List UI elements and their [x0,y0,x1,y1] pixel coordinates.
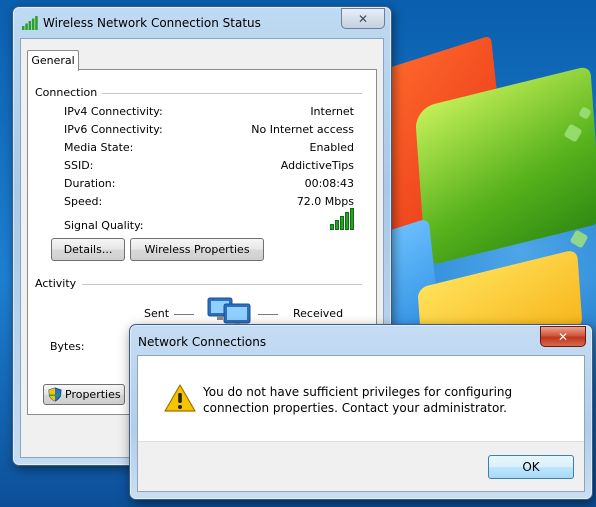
wireless-signal-icon [22,16,38,30]
ssid-value: AddictiveTips [280,159,354,172]
signal-bar [350,208,354,230]
activity-group-divider [82,284,362,285]
received-label: Received [293,307,344,320]
dialog-title: Network Connections [138,335,267,349]
ssid-label: SSID: [64,159,94,172]
dialog-client-area: You do not have sufficient privileges fo… [137,355,585,492]
duration-value: 00:08:43 [304,177,354,190]
close-icon: ✕ [557,329,569,344]
connection-group-label: Connection [35,86,98,99]
activity-group-label: Activity [35,277,77,290]
hexagon-decoration [569,229,589,249]
window-title: Wireless Network Connection Status [43,16,261,30]
close-button[interactable]: ✕ [341,8,385,29]
properties-button[interactable]: Properties [43,384,125,405]
media-state-label: Media State: [64,141,134,154]
ipv4-connectivity-value: Internet [310,105,354,118]
sent-label: Sent [144,307,170,320]
bytes-label: Bytes: [50,340,85,353]
wireless-properties-button[interactable]: Wireless Properties [130,238,264,261]
signal-quality-label: Signal Quality: [64,219,144,232]
dialog-close-button[interactable]: ✕ [540,326,586,347]
signal-bar [335,220,339,230]
tab-general[interactable]: General [27,50,79,71]
received-dash [258,314,278,315]
signal-quality-bars-icon [330,208,354,230]
connection-group-divider [102,93,362,94]
warning-icon [164,384,196,412]
signal-bar [340,216,344,230]
media-state-value: Enabled [309,141,354,154]
speed-label: Speed: [64,195,103,208]
speed-value: 72.0 Mbps [296,195,354,208]
ok-button[interactable]: OK [488,455,574,479]
dialog-message: You do not have sufficient privileges fo… [203,385,513,415]
ipv6-connectivity-value: No Internet access [251,123,354,136]
uac-shield-icon [48,387,62,402]
properties-button-label: Properties [65,388,121,401]
ipv4-connectivity-label: IPv4 Connectivity: [64,105,163,118]
network-connections-dialog: Network Connections ✕ You do not have su… [129,324,593,500]
dialog-message-area: You do not have sufficient privileges fo… [138,356,584,442]
title-bar[interactable]: Wireless Network Connection Status ✕ [13,7,391,37]
signal-bar [330,224,334,230]
signal-bar [345,212,349,230]
details-button[interactable]: Details... [51,238,125,261]
sent-dash [174,314,194,315]
close-icon: ✕ [357,11,369,26]
duration-label: Duration: [64,177,116,190]
ipv6-connectivity-label: IPv6 Connectivity: [64,123,163,136]
